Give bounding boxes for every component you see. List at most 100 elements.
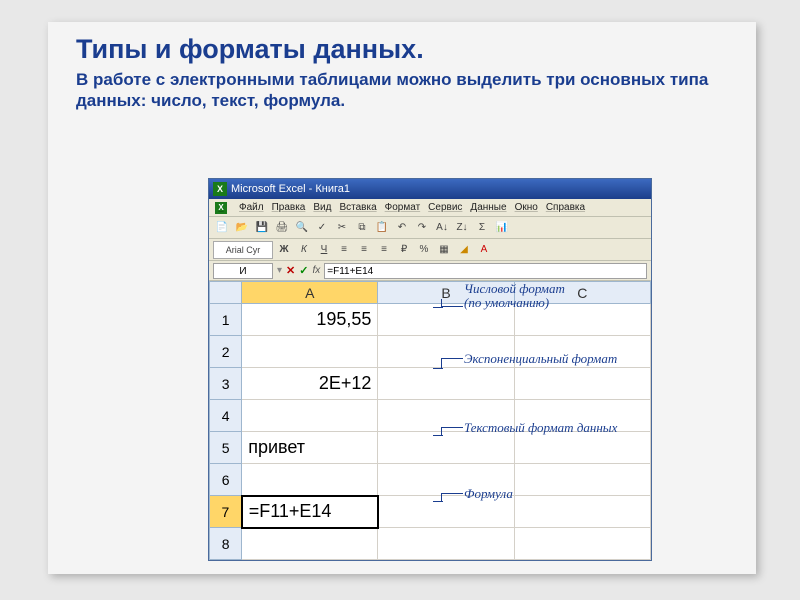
row-header-2[interactable]: 2 xyxy=(210,336,242,368)
menu-bar: X Файл Правка Вид Вставка Формат Сервис … xyxy=(209,199,651,217)
window-titlebar: X Microsoft Excel - Книга1 xyxy=(209,179,651,199)
menu-data[interactable]: Данные xyxy=(470,202,506,213)
cell-b5[interactable] xyxy=(378,432,514,464)
cancel-icon[interactable]: ✕ xyxy=(286,264,295,277)
format-toolbar: Arial Cyr Ж К Ч ≡ ≡ ≡ ₽ % ▦ ◢ A xyxy=(209,239,651,261)
enter-icon[interactable]: ✓ xyxy=(299,264,308,277)
menu-window[interactable]: Окно xyxy=(515,202,538,213)
annotation-numeric-l2: (по умолчанию) xyxy=(464,295,549,310)
sum-icon[interactable]: Σ xyxy=(473,219,491,237)
excel-screenshot: X Microsoft Excel - Книга1 X Файл Правка… xyxy=(208,178,652,568)
copy-icon[interactable]: ⧉ xyxy=(353,219,371,237)
annotation-formula: Формула xyxy=(464,487,513,501)
chart-icon[interactable]: 📊 xyxy=(493,219,511,237)
presentation-slide: Типы и форматы данных. В работе с электр… xyxy=(48,22,756,574)
row-header-3[interactable]: 3 xyxy=(210,368,242,400)
annotation-numeric-l1: Числовой формат xyxy=(464,281,565,296)
leader-line xyxy=(441,427,463,435)
type-number: число xyxy=(151,91,202,110)
save-icon[interactable]: 💾 xyxy=(253,219,271,237)
sort-asc-icon[interactable]: A↓ xyxy=(433,219,451,237)
open-icon[interactable]: 📂 xyxy=(233,219,251,237)
cell-a4[interactable] xyxy=(242,400,378,432)
formula-bar: И ▾ ✕ ✓ fx =F11+E14 xyxy=(209,261,651,281)
paste-icon[interactable]: 📋 xyxy=(373,219,391,237)
align-center-icon[interactable]: ≡ xyxy=(355,241,373,259)
cut-icon[interactable]: ✂ xyxy=(333,219,351,237)
cell-c3[interactable] xyxy=(514,368,650,400)
leader-line xyxy=(441,299,463,307)
italic-icon[interactable]: К xyxy=(295,241,313,259)
type-text: текст xyxy=(211,91,254,110)
bold-icon[interactable]: Ж xyxy=(275,241,293,259)
leader-line xyxy=(441,358,463,368)
new-icon[interactable]: 📄 xyxy=(213,219,231,237)
leader-line xyxy=(433,307,443,308)
sort-desc-icon[interactable]: Z↓ xyxy=(453,219,471,237)
sep: , xyxy=(254,91,263,110)
annotation-exponential: Экспоненциальный формат xyxy=(464,352,654,366)
cell-a2[interactable] xyxy=(242,336,378,368)
cell-b3[interactable] xyxy=(378,368,514,400)
currency-icon[interactable]: ₽ xyxy=(395,241,413,259)
leader-line xyxy=(433,501,443,502)
cell-c7[interactable] xyxy=(514,496,650,528)
menu-file[interactable]: Файл xyxy=(239,202,264,213)
cell-a7[interactable]: =F11+E14 xyxy=(242,496,378,528)
spell-icon[interactable]: ✓ xyxy=(313,219,331,237)
row-header-5[interactable]: 5 xyxy=(210,432,242,464)
cell-c5[interactable] xyxy=(514,432,650,464)
percent-icon[interactable]: % xyxy=(415,241,433,259)
menu-tools[interactable]: Сервис xyxy=(428,202,462,213)
font-selector[interactable]: Arial Cyr xyxy=(213,241,273,259)
period: . xyxy=(340,91,345,110)
cell-a8[interactable] xyxy=(242,528,378,560)
excel-icon: X xyxy=(213,182,227,196)
borders-icon[interactable]: ▦ xyxy=(435,241,453,259)
cell-a3[interactable]: 2E+12 xyxy=(242,368,378,400)
menu-edit[interactable]: Правка xyxy=(272,202,306,213)
sep: , xyxy=(202,91,211,110)
formula-input[interactable]: =F11+E14 xyxy=(324,263,647,279)
menu-help[interactable]: Справка xyxy=(546,202,585,213)
cell-c6[interactable] xyxy=(514,464,650,496)
standard-toolbar: 📄 📂 💾 🖨 🔍 ✓ ✂ ⧉ 📋 ↶ ↷ A↓ Z↓ Σ 📊 xyxy=(209,217,651,239)
menu-insert[interactable]: Вставка xyxy=(339,202,376,213)
leader-line xyxy=(441,493,463,501)
fx-icon[interactable]: fx xyxy=(312,265,320,276)
doc-icon: X xyxy=(215,202,227,214)
menu-format[interactable]: Формат xyxy=(385,202,421,213)
undo-icon[interactable]: ↶ xyxy=(393,219,411,237)
annotation-text-format: Текстовый формат данных xyxy=(464,421,664,435)
preview-icon[interactable]: 🔍 xyxy=(293,219,311,237)
redo-icon[interactable]: ↷ xyxy=(413,219,431,237)
row-header-8[interactable]: 8 xyxy=(210,528,242,560)
leader-line xyxy=(433,368,443,369)
row-header-4[interactable]: 4 xyxy=(210,400,242,432)
menu-view[interactable]: Вид xyxy=(313,202,331,213)
annotation-numeric: Числовой формат (по умолчанию) xyxy=(464,282,634,311)
excel-window: X Microsoft Excel - Книга1 X Файл Правка… xyxy=(208,178,652,561)
leader-line xyxy=(433,435,443,436)
align-right-icon[interactable]: ≡ xyxy=(375,241,393,259)
window-title: Microsoft Excel - Книга1 xyxy=(231,183,350,195)
underline-icon[interactable]: Ч xyxy=(315,241,333,259)
cell-a5[interactable]: привет xyxy=(242,432,378,464)
cell-b8[interactable] xyxy=(378,528,514,560)
cell-a6[interactable] xyxy=(242,464,378,496)
col-header-a[interactable]: A xyxy=(242,282,378,304)
print-icon[interactable]: 🖨 xyxy=(273,219,291,237)
align-left-icon[interactable]: ≡ xyxy=(335,241,353,259)
slide-title: Типы и форматы данных. xyxy=(76,34,728,65)
type-formula: формула xyxy=(263,91,340,110)
font-color-icon[interactable]: A xyxy=(475,241,493,259)
row-header-7[interactable]: 7 xyxy=(210,496,242,528)
row-header-6[interactable]: 6 xyxy=(210,464,242,496)
slide-subtitle: В работе с электронными таблицами можно … xyxy=(76,69,728,112)
cell-c8[interactable] xyxy=(514,528,650,560)
name-box[interactable]: И xyxy=(213,263,273,279)
fill-color-icon[interactable]: ◢ xyxy=(455,241,473,259)
select-all-corner[interactable] xyxy=(210,282,242,304)
row-header-1[interactable]: 1 xyxy=(210,304,242,336)
cell-a1[interactable]: 195,55 xyxy=(242,304,378,336)
